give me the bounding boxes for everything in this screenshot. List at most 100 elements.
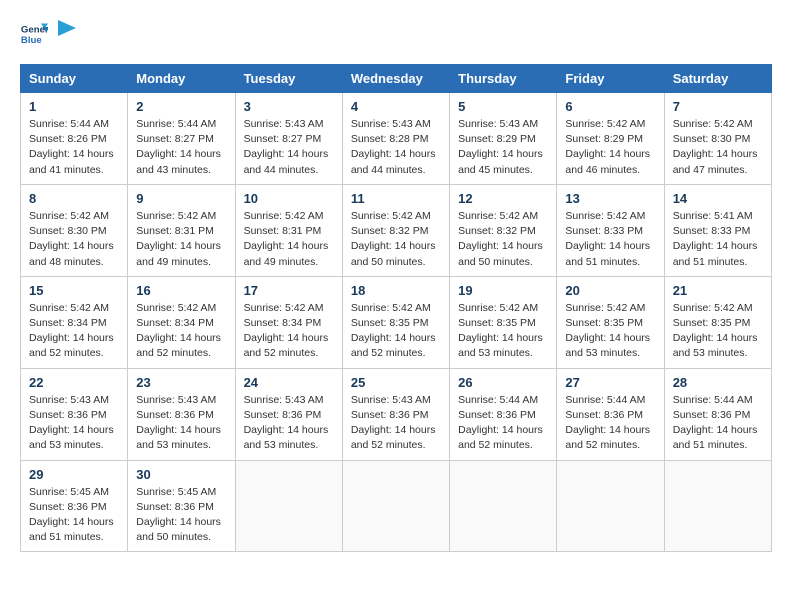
calendar-day-cell: 26 Sunrise: 5:44 AMSunset: 8:36 PMDayligh… xyxy=(450,368,557,460)
calendar-day-cell: 25Sunrise: 5:43 AMSunset: 8:36 PMDayligh… xyxy=(342,368,449,460)
day-number: 30 xyxy=(136,467,226,482)
calendar-week-row: 29 Sunrise: 5:45 AMSunset: 8:36 PMDayligh… xyxy=(21,460,772,552)
day-info: Sunrise: 5:42 AMSunset: 8:34 PMDaylight:… xyxy=(29,301,119,362)
day-info: Sunrise: 5:42 AMSunset: 8:29 PMDaylight:… xyxy=(565,117,655,178)
header-thursday: Thursday xyxy=(450,65,557,93)
calendar-day-cell xyxy=(450,460,557,552)
day-number: 26 xyxy=(458,375,548,390)
day-number: 13 xyxy=(565,191,655,206)
day-number: 1 xyxy=(29,99,119,114)
day-info: Sunrise: 5:43 AMSunset: 8:36 PMDaylight:… xyxy=(29,393,119,454)
header-monday: Monday xyxy=(128,65,235,93)
day-info: Sunrise: 5:42 AMSunset: 8:34 PMDaylight:… xyxy=(244,301,334,362)
day-info: Sunrise: 5:45 AMSunset: 8:36 PMDaylight:… xyxy=(29,485,119,546)
day-number: 15 xyxy=(29,283,119,298)
day-info: Sunrise: 5:42 AMSunset: 8:31 PMDaylight:… xyxy=(244,209,334,270)
day-number: 16 xyxy=(136,283,226,298)
calendar-day-cell: 7 Sunrise: 5:42 AMSunset: 8:30 PMDaylight… xyxy=(664,93,771,185)
day-info: Sunrise: 5:42 AMSunset: 8:30 PMDaylight:… xyxy=(673,117,763,178)
calendar-day-cell: 24Sunrise: 5:43 AMSunset: 8:36 PMDayligh… xyxy=(235,368,342,460)
day-info: Sunrise: 5:44 AMSunset: 8:26 PMDaylight:… xyxy=(29,117,119,178)
logo: General Blue xyxy=(20,20,76,48)
day-number: 28 xyxy=(673,375,763,390)
day-number: 4 xyxy=(351,99,441,114)
day-info: Sunrise: 5:42 AMSunset: 8:33 PMDaylight:… xyxy=(565,209,655,270)
header-sunday: Sunday xyxy=(21,65,128,93)
logo-arrow-icon xyxy=(58,20,76,42)
calendar-day-cell: 30 Sunrise: 5:45 AMSunset: 8:36 PMDayligh… xyxy=(128,460,235,552)
day-info: Sunrise: 5:44 AMSunset: 8:27 PMDaylight:… xyxy=(136,117,226,178)
day-number: 17 xyxy=(244,283,334,298)
day-number: 2 xyxy=(136,99,226,114)
calendar-day-cell: 9Sunrise: 5:42 AMSunset: 8:31 PMDaylight… xyxy=(128,184,235,276)
day-info: Sunrise: 5:44 AMSunset: 8:36 PMDaylight:… xyxy=(565,393,655,454)
day-info: Sunrise: 5:43 AMSunset: 8:27 PMDaylight:… xyxy=(244,117,334,178)
day-number: 20 xyxy=(565,283,655,298)
calendar-day-cell xyxy=(557,460,664,552)
day-number: 29 xyxy=(29,467,119,482)
day-info: Sunrise: 5:43 AMSunset: 8:36 PMDaylight:… xyxy=(136,393,226,454)
calendar-day-cell: 13 Sunrise: 5:42 AMSunset: 8:33 PMDayligh… xyxy=(557,184,664,276)
day-info: Sunrise: 5:42 AMSunset: 8:35 PMDaylight:… xyxy=(673,301,763,362)
day-info: Sunrise: 5:44 AMSunset: 8:36 PMDaylight:… xyxy=(458,393,548,454)
day-info: Sunrise: 5:42 AMSunset: 8:35 PMDaylight:… xyxy=(565,301,655,362)
day-number: 21 xyxy=(673,283,763,298)
calendar-day-cell: 20 Sunrise: 5:42 AMSunset: 8:35 PMDayligh… xyxy=(557,276,664,368)
calendar-day-cell: 12Sunrise: 5:42 AMSunset: 8:32 PMDayligh… xyxy=(450,184,557,276)
day-info: Sunrise: 5:43 AMSunset: 8:36 PMDaylight:… xyxy=(244,393,334,454)
calendar-table: SundayMondayTuesdayWednesdayThursdayFrid… xyxy=(20,64,772,552)
calendar-day-cell: 28 Sunrise: 5:44 AMSunset: 8:36 PMDayligh… xyxy=(664,368,771,460)
day-number: 18 xyxy=(351,283,441,298)
header-friday: Friday xyxy=(557,65,664,93)
calendar-day-cell: 3 Sunrise: 5:43 AMSunset: 8:27 PMDaylight… xyxy=(235,93,342,185)
logo-icon: General Blue xyxy=(20,20,48,48)
day-info: Sunrise: 5:42 AMSunset: 8:32 PMDaylight:… xyxy=(351,209,441,270)
calendar-day-cell: 17 Sunrise: 5:42 AMSunset: 8:34 PMDayligh… xyxy=(235,276,342,368)
day-number: 8 xyxy=(29,191,119,206)
page-header: General Blue xyxy=(20,20,772,48)
calendar-day-cell: 18 Sunrise: 5:42 AMSunset: 8:35 PMDayligh… xyxy=(342,276,449,368)
calendar-day-cell: 15 Sunrise: 5:42 AMSunset: 8:34 PMDayligh… xyxy=(21,276,128,368)
calendar-header-row: SundayMondayTuesdayWednesdayThursdayFrid… xyxy=(21,65,772,93)
calendar-week-row: 22 Sunrise: 5:43 AMSunset: 8:36 PMDayligh… xyxy=(21,368,772,460)
calendar-day-cell: 6 Sunrise: 5:42 AMSunset: 8:29 PMDaylight… xyxy=(557,93,664,185)
calendar-day-cell: 8Sunrise: 5:42 AMSunset: 8:30 PMDaylight… xyxy=(21,184,128,276)
day-number: 22 xyxy=(29,375,119,390)
calendar-day-cell xyxy=(235,460,342,552)
day-number: 6 xyxy=(565,99,655,114)
day-number: 11 xyxy=(351,191,441,206)
calendar-week-row: 1 Sunrise: 5:44 AMSunset: 8:26 PMDaylight… xyxy=(21,93,772,185)
calendar-day-cell: 10Sunrise: 5:42 AMSunset: 8:31 PMDayligh… xyxy=(235,184,342,276)
calendar-day-cell: 19 Sunrise: 5:42 AMSunset: 8:35 PMDayligh… xyxy=(450,276,557,368)
day-number: 7 xyxy=(673,99,763,114)
day-number: 23 xyxy=(136,375,226,390)
day-info: Sunrise: 5:45 AMSunset: 8:36 PMDaylight:… xyxy=(136,485,226,546)
day-info: Sunrise: 5:43 AMSunset: 8:28 PMDaylight:… xyxy=(351,117,441,178)
day-number: 12 xyxy=(458,191,548,206)
day-number: 3 xyxy=(244,99,334,114)
calendar-day-cell: 21 Sunrise: 5:42 AMSunset: 8:35 PMDayligh… xyxy=(664,276,771,368)
header-tuesday: Tuesday xyxy=(235,65,342,93)
day-number: 19 xyxy=(458,283,548,298)
day-info: Sunrise: 5:44 AMSunset: 8:36 PMDaylight:… xyxy=(673,393,763,454)
calendar-day-cell: 27Sunrise: 5:44 AMSunset: 8:36 PMDayligh… xyxy=(557,368,664,460)
calendar-day-cell: 11 Sunrise: 5:42 AMSunset: 8:32 PMDayligh… xyxy=(342,184,449,276)
calendar-day-cell: 23 Sunrise: 5:43 AMSunset: 8:36 PMDayligh… xyxy=(128,368,235,460)
header-saturday: Saturday xyxy=(664,65,771,93)
svg-text:Blue: Blue xyxy=(21,35,42,46)
calendar-day-cell: 29 Sunrise: 5:45 AMSunset: 8:36 PMDayligh… xyxy=(21,460,128,552)
day-info: Sunrise: 5:42 AMSunset: 8:35 PMDaylight:… xyxy=(351,301,441,362)
calendar-day-cell: 4 Sunrise: 5:43 AMSunset: 8:28 PMDaylight… xyxy=(342,93,449,185)
calendar-day-cell xyxy=(664,460,771,552)
day-info: Sunrise: 5:42 AMSunset: 8:31 PMDaylight:… xyxy=(136,209,226,270)
day-info: Sunrise: 5:43 AMSunset: 8:29 PMDaylight:… xyxy=(458,117,548,178)
day-info: Sunrise: 5:42 AMSunset: 8:35 PMDaylight:… xyxy=(458,301,548,362)
calendar-day-cell: 14Sunrise: 5:41 AMSunset: 8:33 PMDayligh… xyxy=(664,184,771,276)
day-number: 14 xyxy=(673,191,763,206)
day-info: Sunrise: 5:42 AMSunset: 8:34 PMDaylight:… xyxy=(136,301,226,362)
day-info: Sunrise: 5:43 AMSunset: 8:36 PMDaylight:… xyxy=(351,393,441,454)
calendar-day-cell: 5Sunrise: 5:43 AMSunset: 8:29 PMDaylight… xyxy=(450,93,557,185)
calendar-week-row: 15 Sunrise: 5:42 AMSunset: 8:34 PMDayligh… xyxy=(21,276,772,368)
calendar-day-cell xyxy=(342,460,449,552)
calendar-day-cell: 22 Sunrise: 5:43 AMSunset: 8:36 PMDayligh… xyxy=(21,368,128,460)
